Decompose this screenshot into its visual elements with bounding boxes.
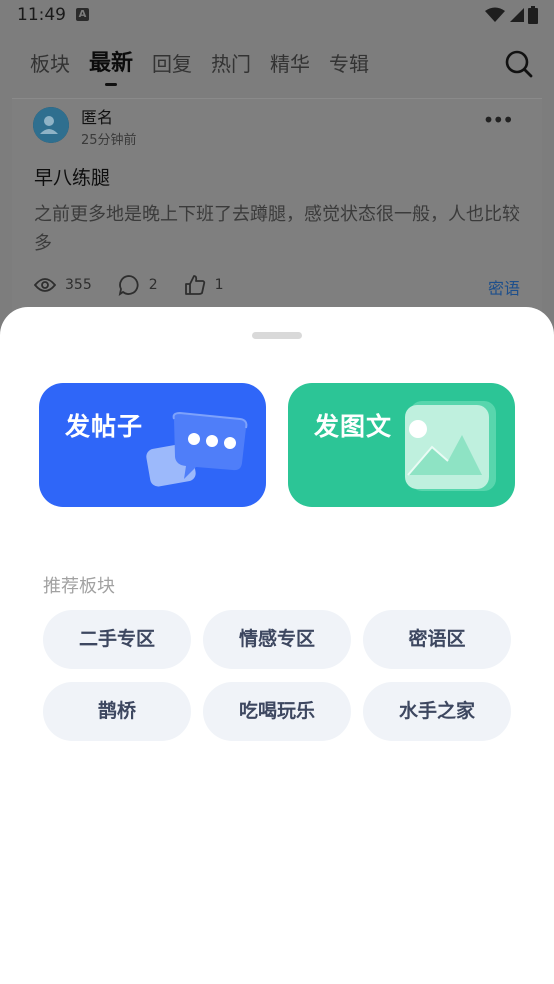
board-chip[interactable]: 鹊桥: [43, 682, 191, 741]
post-title: 早八练腿: [34, 167, 111, 189]
board-chip[interactable]: 密语区: [363, 610, 511, 669]
post-tag[interactable]: 密语: [488, 275, 520, 299]
chat-bubbles-icon: [146, 411, 248, 487]
signal-icon: [510, 8, 524, 22]
post-username: 匿名: [81, 108, 114, 127]
notification-icon: A: [76, 8, 89, 21]
comments-stat[interactable]: 2: [118, 274, 158, 296]
comments-count: 2: [148, 277, 158, 293]
board-chip[interactable]: 二手专区: [43, 610, 191, 669]
status-time: 11:49: [17, 5, 66, 25]
new-image-post-button[interactable]: 发图文: [288, 383, 515, 507]
board-chip[interactable]: 情感专区: [203, 610, 351, 669]
board-chip[interactable]: 水手之家: [363, 682, 511, 741]
post-card[interactable]: 匿名 25分钟前 ••• 早八练腿 之前更多地是晚上下班了去蹲腿，感觉状态很一般…: [12, 98, 542, 329]
thumbs-up-icon: [184, 275, 205, 295]
tab-hot[interactable]: 热门: [211, 50, 251, 80]
sheet-drag-handle[interactable]: [252, 332, 302, 339]
battery-icon: [528, 6, 538, 24]
picture-icon: [405, 401, 496, 491]
tab-sections[interactable]: 板块: [30, 50, 70, 80]
status-bar: 11:49 A: [0, 0, 554, 30]
wifi-icon: [485, 7, 505, 22]
tab-featured[interactable]: 精华: [270, 50, 310, 80]
post-body: 之前更多地是晚上下班了去蹲腿，感觉状态很一般，人也比较多: [34, 204, 520, 254]
likes-count: 1: [214, 277, 224, 293]
post-time: 25分钟前: [81, 133, 137, 148]
create-bottom-sheet: 发帖子 发图文 推荐板块 二手专区 情感专区 密语区 鹊桥 吃喝玩乐 水手之家: [0, 307, 554, 984]
recommended-boards-title: 推荐板块: [43, 576, 115, 597]
avatar-icon: [33, 107, 69, 143]
avatar[interactable]: [33, 107, 69, 143]
eye-icon: [34, 278, 56, 292]
more-options-icon[interactable]: •••: [483, 110, 514, 130]
new-post-button[interactable]: 发帖子: [39, 383, 266, 507]
views-count: 355: [65, 277, 92, 293]
tab-albums[interactable]: 专辑: [329, 50, 369, 80]
new-post-label: 发帖子: [65, 412, 144, 441]
likes-stat[interactable]: 1: [184, 274, 224, 296]
board-chip[interactable]: 吃喝玩乐: [203, 682, 351, 741]
recommended-boards: 二手专区 情感专区 密语区 鹊桥 吃喝玩乐 水手之家: [43, 610, 513, 741]
search-icon[interactable]: [504, 49, 534, 79]
category-tabs: 板块 最新 回复 热门 精华 专辑: [30, 50, 388, 86]
new-image-post-label: 发图文: [314, 412, 393, 441]
post-stats: 355 2 1: [34, 274, 250, 296]
tab-replies[interactable]: 回复: [152, 50, 192, 80]
tab-latest[interactable]: 最新: [89, 50, 133, 86]
views-stat: 355: [34, 277, 92, 293]
status-icons: [485, 6, 538, 24]
comment-icon: [118, 275, 139, 296]
